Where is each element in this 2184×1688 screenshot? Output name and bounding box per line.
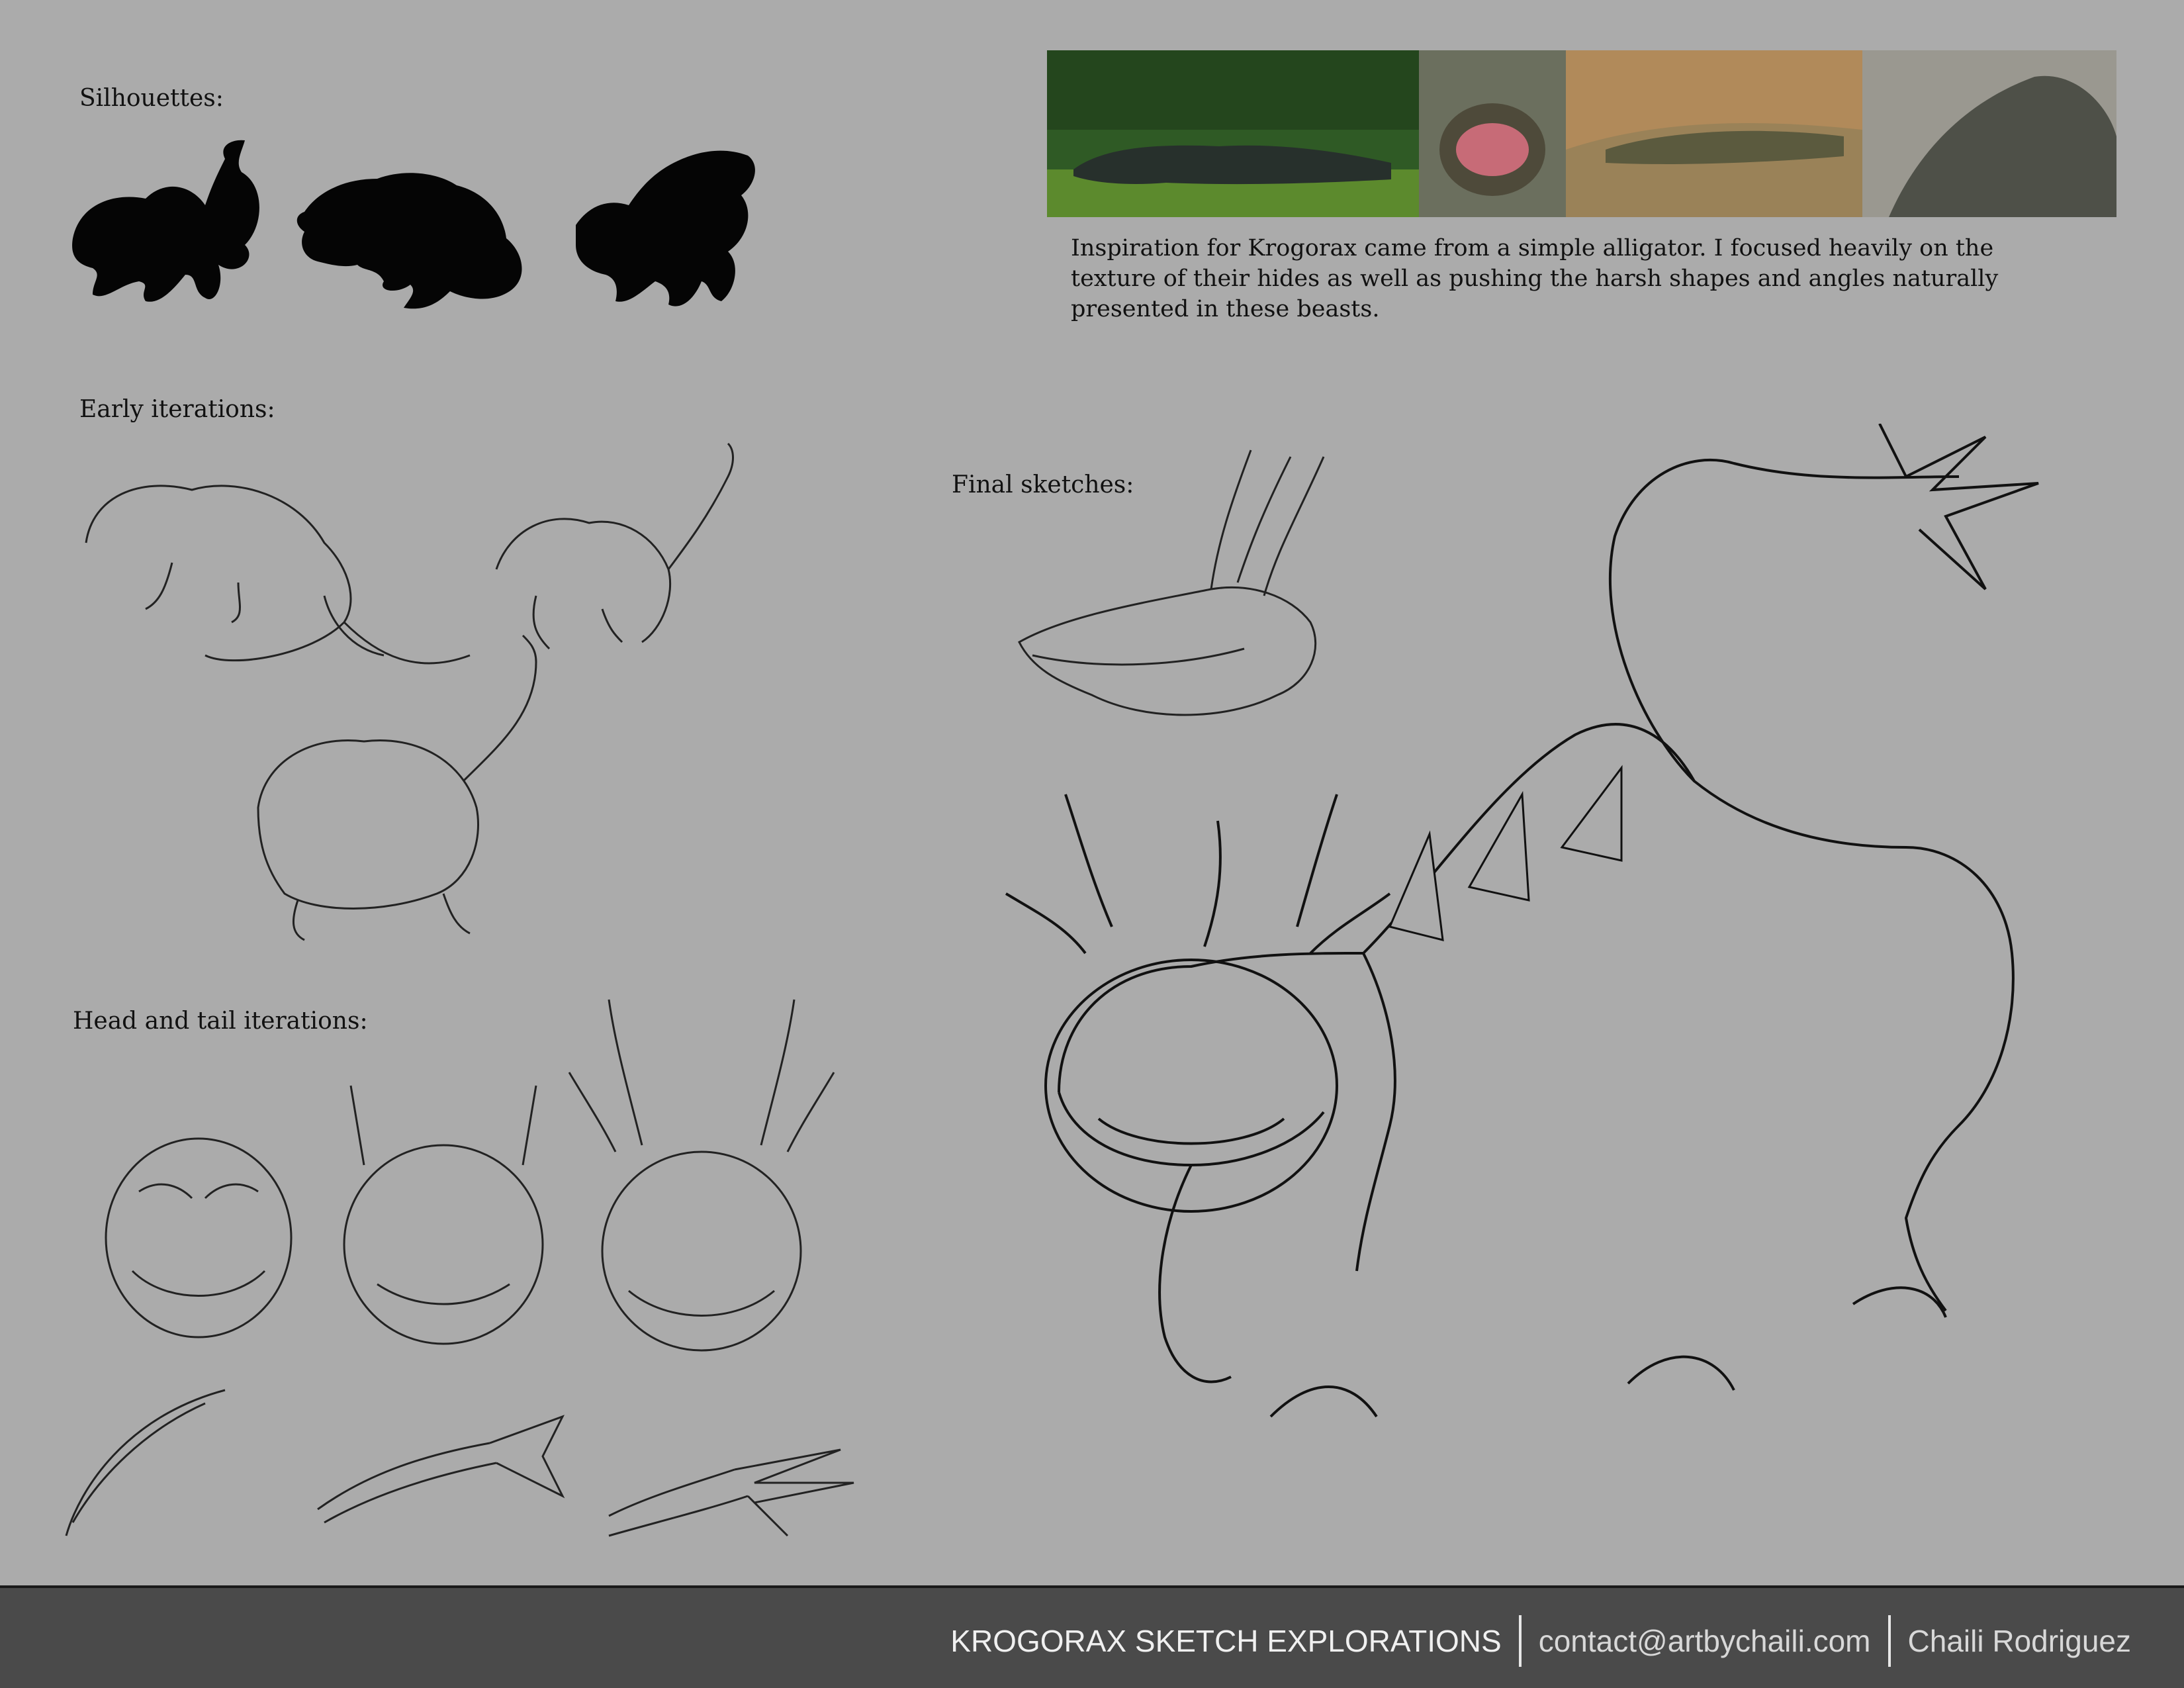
caption-line-1: Inspiration for Krogorax came from a sim… <box>1071 235 1994 261</box>
final-legs <box>1269 1286 1947 1418</box>
tail-sketch-1 <box>65 1389 226 1536</box>
early-sketch-3 <box>257 634 537 941</box>
silhouette-2 <box>296 173 522 309</box>
final-body-sketch <box>1005 424 2039 1418</box>
alligator-photo-4 <box>1862 50 2116 217</box>
final-back-spikes <box>1388 765 1623 941</box>
caption-line-3: presented in these beasts. <box>1071 296 1380 322</box>
early-sketch-2 <box>495 442 734 650</box>
final-tail <box>1609 424 2039 782</box>
caption-line-2: texture of their hides as well as pushin… <box>1071 265 1999 292</box>
final-head <box>1005 794 1391 1213</box>
silhouette-row <box>72 140 755 309</box>
artist-name: Chaili Rodriguez <box>1907 1624 2132 1658</box>
head-sketch-1 <box>105 1137 293 1338</box>
footer-bar: KROGORAX SKETCH EXPLORATIONS contact@art… <box>0 1585 2184 1688</box>
head-sketch-2 <box>343 1085 544 1345</box>
footer-credits: KROGORAX SKETCH EXPLORATIONS contact@art… <box>950 1615 2131 1667</box>
tail-sketch-2 <box>317 1415 565 1524</box>
early-sketch-1 <box>85 485 471 665</box>
portfolio-page: Silhouettes: Early iterations: Head and … <box>0 0 2184 1688</box>
final-body-outline <box>1058 723 2015 1383</box>
alligator-photo-3 <box>1566 50 1862 217</box>
inspiration-caption: Inspiration for Krogorax came from a sim… <box>1071 233 2103 324</box>
contact-email[interactable]: contact@artbychaili.com <box>1539 1623 1871 1659</box>
footer-divider <box>1518 1615 1522 1667</box>
project-title: KROGORAX SKETCH EXPLORATIONS <box>950 1624 1502 1658</box>
early-iterations-sketches <box>85 442 734 941</box>
head-tail-sketches <box>65 999 854 1537</box>
footer-divider <box>1888 1615 1891 1667</box>
alligator-photo-1 <box>1047 50 1419 217</box>
silhouette-1 <box>72 140 259 302</box>
reference-photo-strip <box>1047 50 2116 217</box>
silhouette-3 <box>576 150 755 306</box>
alligator-photo-2 <box>1419 50 1566 217</box>
head-sketch-3 <box>568 999 835 1352</box>
early-iterations-label: Early iterations: <box>79 396 275 423</box>
silhouettes-label: Silhouettes: <box>79 85 224 112</box>
tail-sketch-3 <box>608 1448 854 1537</box>
